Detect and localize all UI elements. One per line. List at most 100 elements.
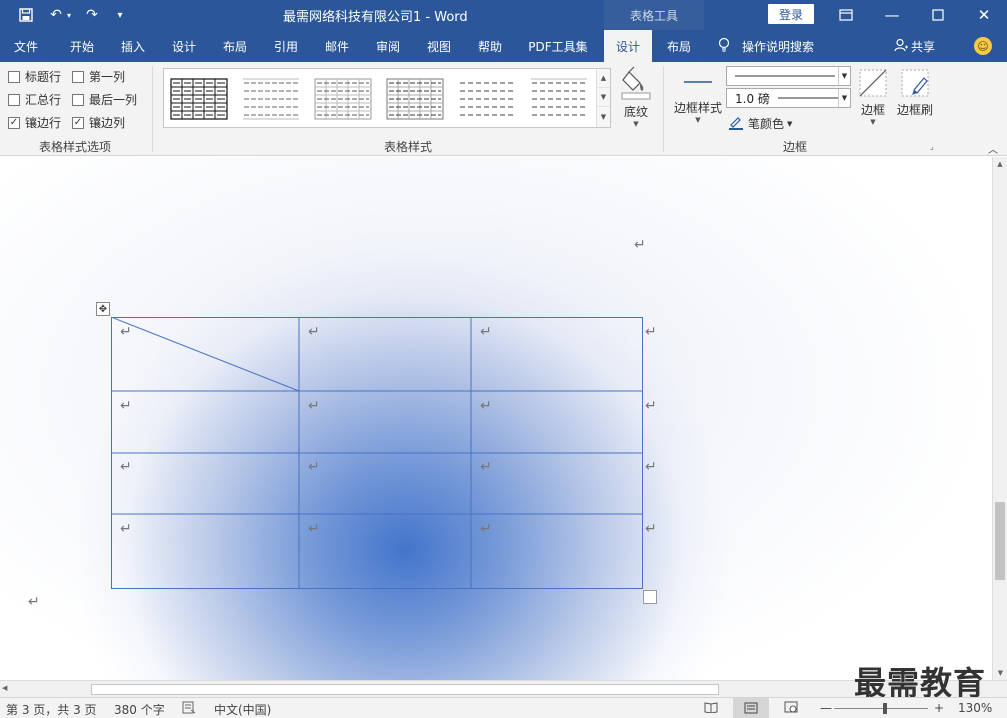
tab-review[interactable]: 审阅 xyxy=(362,30,414,62)
banded-columns-checkbox[interactable]: ✓ xyxy=(72,116,84,129)
last-column-option[interactable]: 最后一列 xyxy=(72,91,137,108)
vertical-scrollbar[interactable]: ▲ ▼ xyxy=(992,157,1007,680)
gallery-up-icon[interactable]: ▲ xyxy=(597,69,610,88)
table-style-plain-3-thumbnail[interactable] xyxy=(530,78,588,120)
zoom-in-icon[interactable]: + xyxy=(934,701,944,715)
tab-insert[interactable]: 插入 xyxy=(107,30,159,62)
banded-rows-option[interactable]: ✓ 镶边行 xyxy=(8,114,61,131)
total-row-checkbox[interactable] xyxy=(8,93,20,106)
table-tools-context-label: 表格工具 xyxy=(604,0,704,30)
shading-dropdown-icon: ▼ xyxy=(633,120,639,128)
tab-home[interactable]: 开始 xyxy=(56,30,108,62)
pen-color-dropdown-icon: ▼ xyxy=(787,119,793,128)
print-layout-icon[interactable] xyxy=(733,698,769,718)
line-weight-dropdown-arrow-icon[interactable]: ▼ xyxy=(838,89,850,107)
read-mode-icon[interactable] xyxy=(704,701,718,716)
banded-columns-option[interactable]: ✓ 镶边列 xyxy=(72,114,125,131)
borders-button[interactable]: 边框 ▼ xyxy=(856,68,890,126)
borders-icon xyxy=(858,68,888,101)
vertical-scroll-thumb[interactable] xyxy=(995,502,1005,580)
cell-mark: ↵ xyxy=(308,398,320,414)
undo-dropdown-icon[interactable]: ▾ xyxy=(63,4,75,26)
save-icon[interactable] xyxy=(14,4,38,26)
minimize-icon[interactable]: — xyxy=(869,0,915,30)
line-weight-dropdown[interactable]: 1.0 磅 ▼ xyxy=(726,88,851,108)
ribbon-display-options-icon[interactable] xyxy=(823,0,869,30)
table-move-handle-icon[interactable]: ✥ xyxy=(96,302,110,316)
cell-mark: ↵ xyxy=(480,398,492,414)
line-style-dropdown[interactable]: ▼ xyxy=(726,66,851,86)
share-button[interactable]: 共享 xyxy=(894,30,935,62)
total-row-option[interactable]: 汇总行 xyxy=(8,91,61,108)
line-style-dropdown-arrow-icon[interactable]: ▼ xyxy=(838,67,850,85)
zoom-level[interactable]: 130% xyxy=(958,701,992,715)
feedback-smiley-icon[interactable]: ☺ xyxy=(974,37,992,55)
first-column-option[interactable]: 第一列 xyxy=(72,68,125,85)
table-style-grid-thumbnail[interactable] xyxy=(170,78,228,120)
cell-mark: ↵ xyxy=(480,459,492,475)
pen-icon xyxy=(728,114,744,133)
zoom-out-icon[interactable]: — xyxy=(820,701,832,715)
tab-table-design[interactable]: 设计 xyxy=(604,30,652,62)
last-column-label: 最后一列 xyxy=(89,93,138,107)
tab-mailings[interactable]: 邮件 xyxy=(311,30,363,62)
login-button[interactable]: 登录 xyxy=(768,4,814,24)
tab-references[interactable]: 引用 xyxy=(260,30,312,62)
tab-pdf-tools[interactable]: PDF工具集 xyxy=(522,30,594,62)
border-styles-label: 边框样式 xyxy=(673,101,722,115)
cell-mark: ↵ xyxy=(120,459,132,475)
web-layout-icon[interactable] xyxy=(784,701,798,716)
horizontal-scroll-thumb[interactable] xyxy=(91,684,719,695)
table-style-table-grid-light-thumbnail[interactable] xyxy=(314,78,372,120)
tab-view[interactable]: 视图 xyxy=(413,30,465,62)
tab-layout[interactable]: 布局 xyxy=(209,30,261,62)
scroll-down-icon[interactable]: ▼ xyxy=(993,666,1007,680)
gallery-down-icon[interactable]: ▼ xyxy=(597,88,610,107)
header-row-checkbox[interactable] xyxy=(8,70,20,83)
table-resize-handle[interactable] xyxy=(643,590,657,604)
zoom-slider-knob[interactable] xyxy=(883,703,887,714)
table-style-plain-2-thumbnail[interactable] xyxy=(458,78,516,120)
proofing-icon[interactable] xyxy=(182,701,196,717)
paragraph-mark: ↵ xyxy=(28,594,40,610)
gallery-scroll[interactable]: ▲ ▼ ▼ xyxy=(596,69,610,127)
pen-color-button[interactable]: 笔颜色 ▼ xyxy=(728,114,792,133)
table-styles-gallery[interactable]: ▲ ▼ ▼ xyxy=(163,68,611,128)
page-count[interactable]: 第 3 页，共 3 页 xyxy=(6,701,97,718)
cell-mark: ↵ xyxy=(120,398,132,414)
tab-design[interactable]: 设计 xyxy=(158,30,210,62)
first-column-checkbox[interactable] xyxy=(72,70,84,83)
cell-mark: ↵ xyxy=(480,521,492,537)
language-status[interactable]: 中文(中国) xyxy=(214,701,271,718)
document-table[interactable] xyxy=(111,317,644,590)
tab-file[interactable]: 文件 xyxy=(0,30,52,62)
scroll-left-icon[interactable]: ◀ xyxy=(2,684,7,692)
total-row-label: 汇总行 xyxy=(25,93,62,107)
maximize-icon[interactable] xyxy=(915,0,961,30)
zoom-slider-track[interactable] xyxy=(834,708,928,709)
header-row-option[interactable]: 标题行 xyxy=(8,68,61,85)
gallery-more-icon[interactable]: ▼ xyxy=(597,107,610,126)
tell-me-search[interactable]: 操作说明搜索 xyxy=(718,30,814,62)
border-painter-button[interactable]: 边框刷 xyxy=(895,68,935,118)
shading-button[interactable]: 底纹 ▼ xyxy=(616,66,656,128)
paint-bucket-icon xyxy=(620,66,652,103)
last-column-checkbox[interactable] xyxy=(72,93,84,106)
cell-mark: ↵ xyxy=(308,459,320,475)
border-styles-button[interactable]: 边框样式 ▼ xyxy=(672,68,724,124)
borders-dialog-launcher-icon[interactable]: ⌟ xyxy=(930,142,934,151)
word-count[interactable]: 380 个字 xyxy=(114,701,165,718)
scroll-up-icon[interactable]: ▲ xyxy=(993,157,1007,171)
tab-table-layout[interactable]: 布局 xyxy=(654,30,704,62)
cell-mark: ↵ xyxy=(120,324,132,340)
table-style-light-grid-thumbnail[interactable] xyxy=(242,78,300,120)
table-style-plain-table-thumbnail[interactable] xyxy=(386,78,444,120)
document-canvas[interactable]: ↵ ✥ ↵ ↵ ↵ ↵ ↵ ↵ ↵ ↵ ↵ ↵ ↵ ↵ ↵ ↵ ↵ ↵ ↵ xyxy=(0,157,992,680)
collapse-ribbon-icon[interactable]: ︿ xyxy=(988,141,998,156)
redo-icon[interactable]: ↷ xyxy=(80,4,104,26)
customize-quick-access-icon[interactable]: ▾ xyxy=(108,4,132,26)
close-icon[interactable]: ✕ xyxy=(961,0,1007,30)
row-end-mark: ↵ xyxy=(645,324,657,340)
banded-rows-checkbox[interactable]: ✓ xyxy=(8,116,20,129)
tab-help[interactable]: 帮助 xyxy=(464,30,516,62)
